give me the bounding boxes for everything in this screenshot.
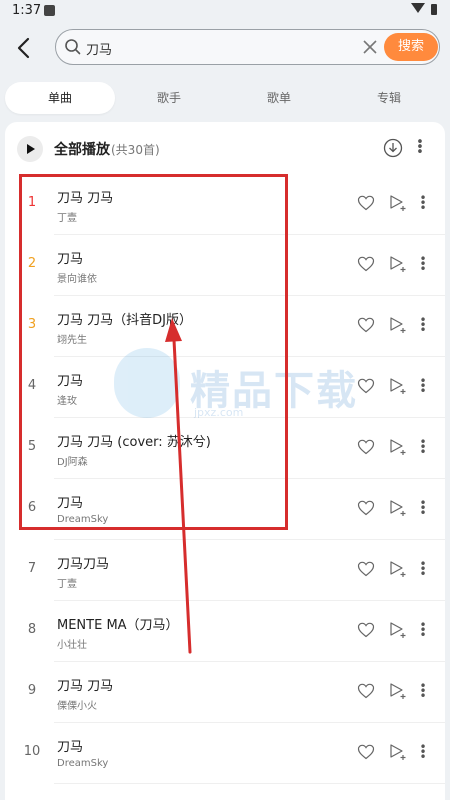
song-row[interactable]: 6 刀马 DreamSky • • • (5, 479, 445, 540)
song-title: 刀马 (57, 740, 84, 755)
song-title: 刀马 刀马（抖音DJ版） (57, 313, 192, 328)
search-input[interactable]: 刀马 搜索 (55, 29, 440, 65)
song-more-icon[interactable]: • • • (418, 619, 428, 641)
row-divider (54, 783, 445, 784)
song-row[interactable]: 3 刀马 刀马（抖音DJ版） 翊先生 • • • (5, 296, 445, 357)
song-rank: 7 (27, 561, 37, 576)
song-more-icon[interactable]: • • • (418, 497, 428, 519)
song-artist: DJ阿森 (57, 457, 88, 468)
song-more-icon[interactable]: • • • (418, 680, 428, 702)
song-rank: 3 (27, 317, 37, 332)
song-rank: 4 (27, 378, 37, 393)
search-button[interactable]: 搜索 (384, 33, 438, 61)
more-options-icon[interactable]: • • • (415, 136, 425, 159)
song-row[interactable]: 1 刀马 刀马丁壹 • • • (5, 174, 445, 235)
add-to-playlist-icon[interactable] (388, 682, 408, 700)
add-to-playlist-icon[interactable] (388, 377, 408, 395)
status-time: 1:37 (12, 3, 42, 18)
category-tabs: 单曲 歌手 歌单 专辑 (0, 82, 450, 114)
song-title: MENTE MA（刀马） (57, 618, 179, 633)
song-rank: 1 (27, 195, 37, 210)
song-more-icon[interactable]: • • • (418, 192, 428, 214)
song-artist: DreamSky (57, 758, 109, 769)
heart-icon[interactable] (357, 377, 375, 395)
song-title: 刀马 (57, 374, 84, 389)
song-rank: 10 (23, 744, 41, 759)
song-artist: 小壮壮 (57, 640, 87, 651)
song-artist: 丁壹 (57, 213, 77, 224)
song-title: 刀马 刀马 (57, 191, 114, 206)
song-row[interactable]: 4 刀马逢玫 • • • (5, 357, 445, 418)
add-to-playlist-icon[interactable] (388, 316, 408, 334)
status-bar: 1:37 (0, 0, 450, 22)
song-title: 刀马刀马 (57, 557, 110, 572)
song-title: 刀马 刀马 (cover: 苏沐兮) (57, 435, 211, 450)
notification-icon (44, 5, 55, 16)
heart-icon[interactable] (357, 194, 375, 212)
song-title: 刀马 (57, 252, 84, 267)
back-button[interactable] (10, 34, 38, 62)
song-count: (共30首) (111, 143, 160, 157)
search-icon (65, 39, 81, 55)
heart-icon[interactable] (357, 682, 375, 700)
song-artist: DreamSky (57, 514, 109, 525)
add-to-playlist-icon[interactable] (388, 621, 408, 639)
song-row[interactable]: 8 MENTE MA（刀马） 小壮壮 • • • (5, 601, 445, 662)
wifi-icon (411, 3, 425, 13)
song-rank: 6 (27, 500, 37, 515)
play-all-label: 全部播放 (54, 142, 110, 158)
song-more-icon[interactable]: • • • (418, 253, 428, 275)
song-row[interactable]: 7 刀马刀马丁壹 • • • (5, 540, 445, 601)
song-artist: 景向谁依 (57, 274, 97, 285)
play-all-row[interactable]: 全部播放 (共30首) • • • (5, 122, 445, 174)
song-row[interactable]: 5 刀马 刀马 (cover: 苏沐兮) DJ阿森 • • • (5, 418, 445, 479)
back-arrow-icon (17, 37, 30, 59)
song-more-icon[interactable]: • • • (418, 558, 428, 580)
song-more-icon[interactable]: • • • (418, 314, 428, 336)
song-rank: 5 (27, 439, 37, 454)
add-to-playlist-icon[interactable] (388, 743, 408, 761)
song-more-icon[interactable]: • • • (418, 436, 428, 458)
song-rank: 8 (27, 622, 37, 637)
search-header: 刀马 搜索 (0, 22, 450, 76)
song-artist: 翊先生 (57, 335, 87, 346)
tab-songs[interactable]: 单曲 (5, 82, 115, 114)
song-row[interactable]: 2 刀马景向谁依 • • • (5, 235, 445, 296)
heart-icon[interactable] (357, 499, 375, 517)
add-to-playlist-icon[interactable] (388, 560, 408, 578)
add-to-playlist-icon[interactable] (388, 499, 408, 517)
search-value: 刀马 (86, 43, 113, 58)
song-rank: 2 (27, 256, 37, 271)
song-artist: 逢玫 (57, 396, 77, 407)
song-title: 刀马 刀马 (57, 679, 114, 694)
tab-playlists[interactable]: 歌单 (224, 82, 334, 114)
add-to-playlist-icon[interactable] (388, 438, 408, 456)
play-icon[interactable] (17, 136, 43, 162)
heart-icon[interactable] (357, 743, 375, 761)
heart-icon[interactable] (357, 560, 375, 578)
song-rank: 9 (27, 683, 37, 698)
song-more-icon[interactable]: • • • (418, 741, 428, 763)
tab-artists[interactable]: 歌手 (114, 82, 224, 114)
clear-icon[interactable] (362, 39, 378, 55)
song-row[interactable]: 9 刀马 刀马傈傈小火 • • • (5, 662, 445, 723)
heart-icon[interactable] (357, 438, 375, 456)
song-row[interactable]: 10 刀马 DreamSky • • • (5, 723, 445, 784)
song-artist: 傈傈小火 (57, 701, 97, 712)
add-to-playlist-icon[interactable] (388, 255, 408, 273)
song-results-panel: 全部播放 (共30首) • • • 1 刀马 刀马 丁壹 • • • 2 刀马 景向谁依 • • • 3 刀马… (5, 122, 445, 800)
tab-albums[interactable]: 专辑 (334, 82, 444, 114)
heart-icon[interactable] (357, 316, 375, 334)
song-artist: 丁壹 (57, 579, 77, 590)
song-more-icon[interactable]: • • • (418, 375, 428, 397)
heart-icon[interactable] (357, 621, 375, 639)
battery-icon (431, 4, 437, 15)
add-to-playlist-icon[interactable] (388, 194, 408, 212)
download-icon[interactable] (383, 138, 403, 158)
song-title: 刀马 (57, 496, 84, 511)
heart-icon[interactable] (357, 255, 375, 273)
